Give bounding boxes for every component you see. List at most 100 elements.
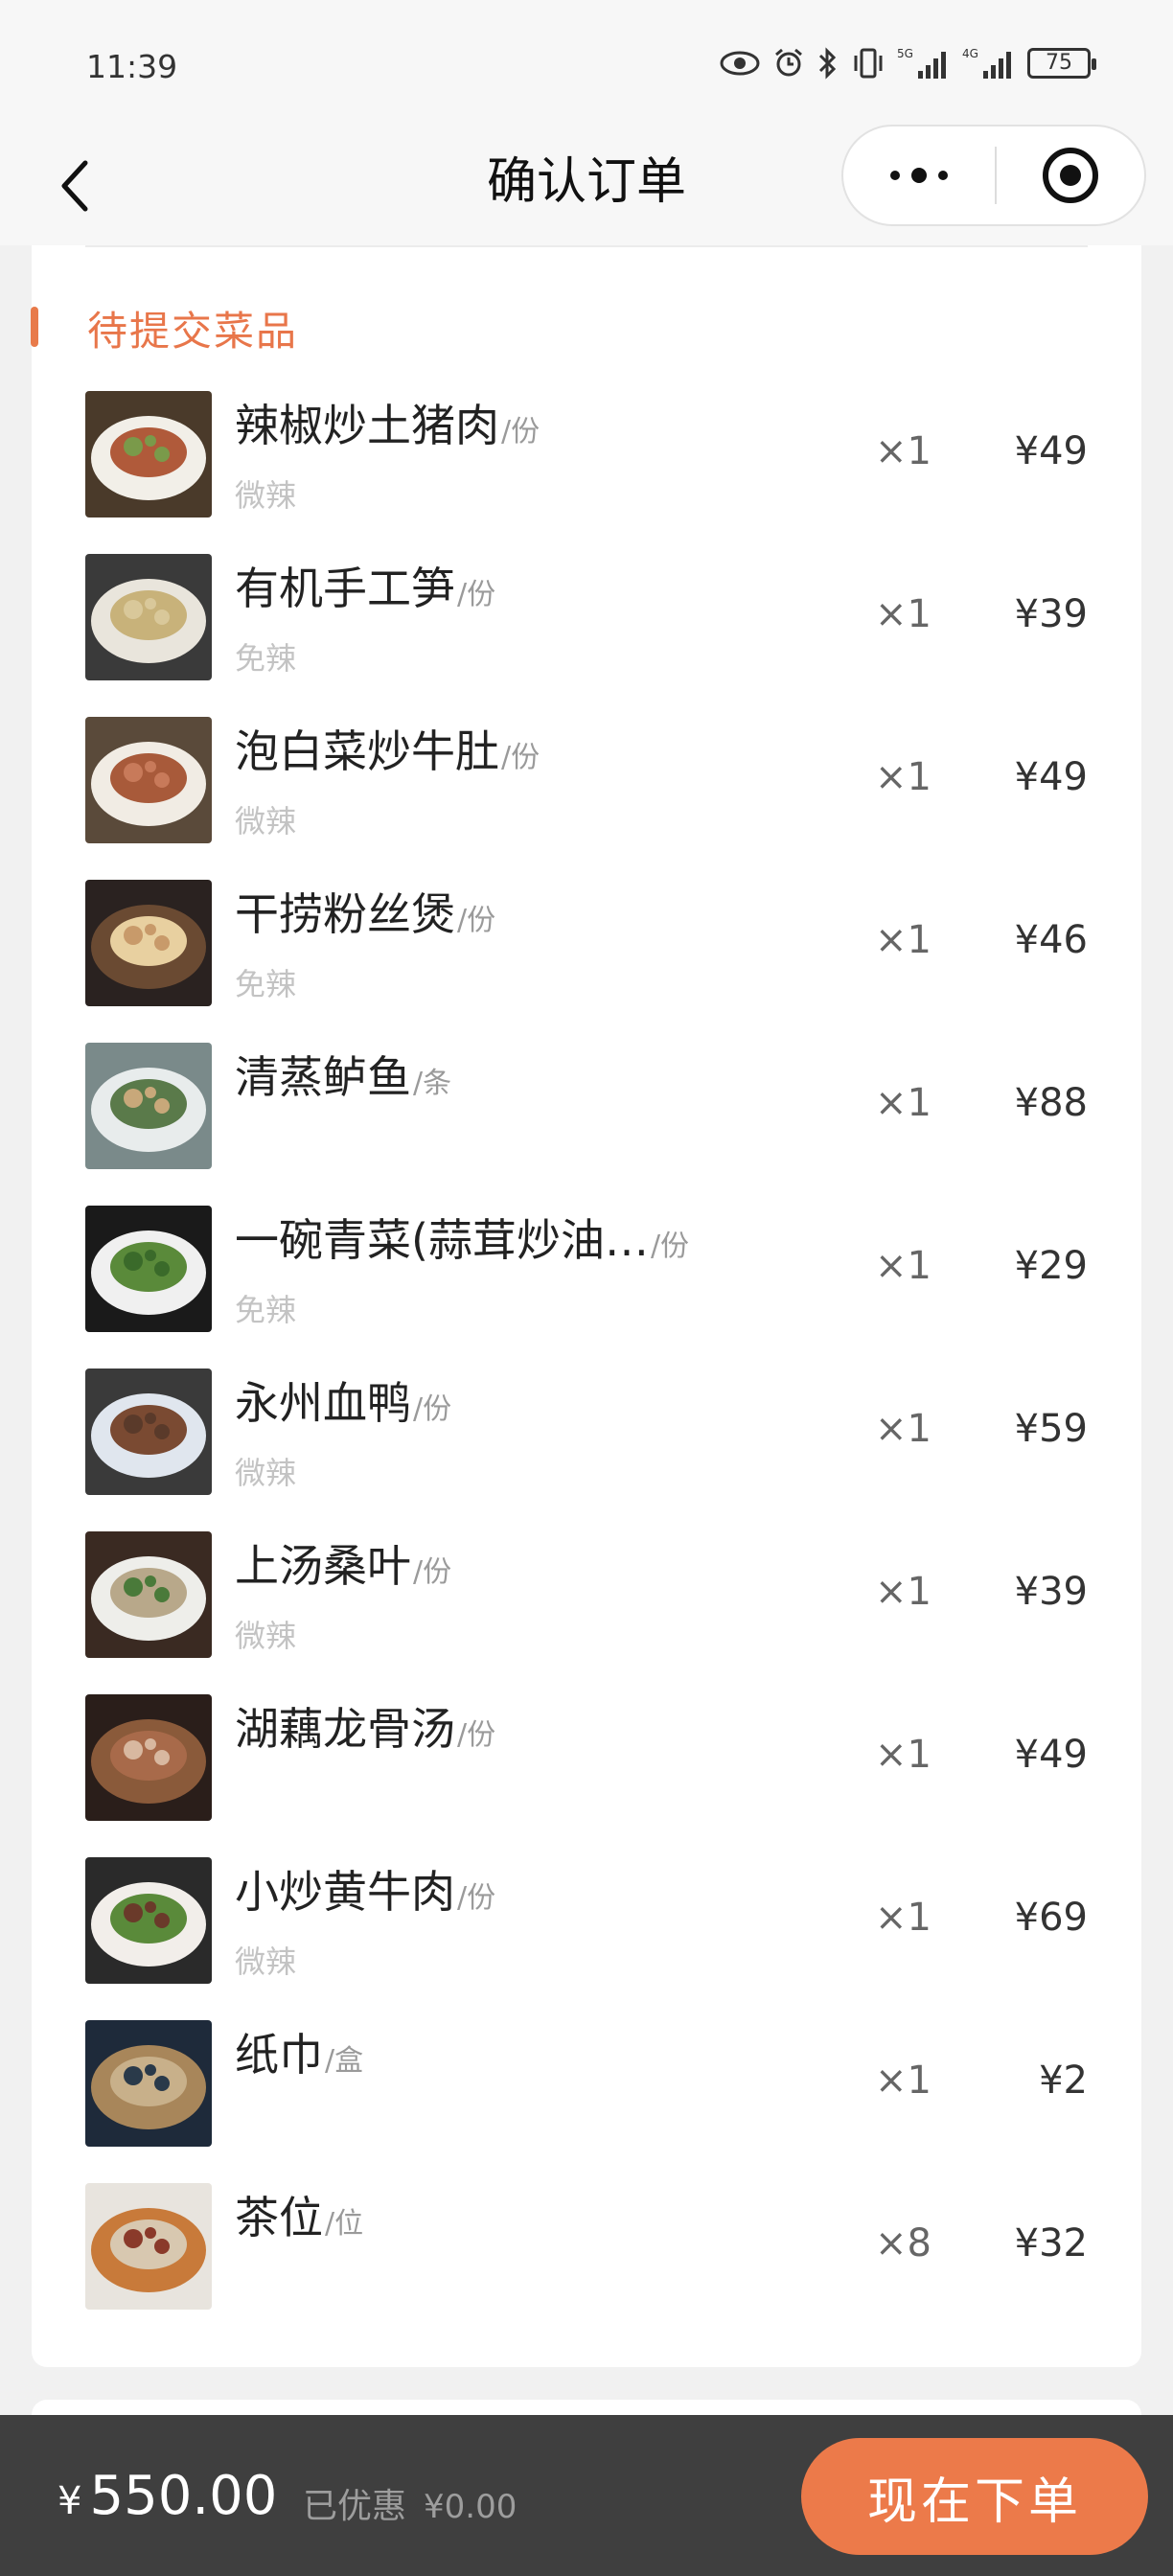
more-dots-icon xyxy=(890,168,948,183)
eye-icon xyxy=(720,51,760,76)
item-price: ¥49 xyxy=(1014,1733,1088,1777)
item-price: ¥29 xyxy=(1014,1244,1088,1288)
dish-unit: /位 xyxy=(325,2207,364,2241)
item-price: ¥88 xyxy=(1014,1081,1088,1125)
dish-thumbnail xyxy=(85,391,212,518)
dish-name: 纸巾/盒 xyxy=(235,2020,363,2083)
order-items-card: 待提交菜品 辣椒炒土猪肉/份 微辣 ×1 ¥49 有机手工笋/份 免辣 ×1 ¥39 泡白菜炒牛… xyxy=(31,245,1141,2367)
dish-title: 清蒸鲈鱼 xyxy=(235,1051,411,1103)
total-amount: 550.00 xyxy=(89,2465,278,2527)
more-button[interactable] xyxy=(843,126,995,224)
svg-text:4G: 4G xyxy=(962,47,978,60)
dish-title: 泡白菜炒牛肚 xyxy=(235,725,499,777)
divider xyxy=(85,245,1088,247)
item-price: ¥49 xyxy=(1014,429,1088,473)
section-accent-bar xyxy=(31,307,38,347)
status-time: 11:39 xyxy=(86,48,178,85)
place-order-button[interactable]: 现在下单 xyxy=(801,2438,1148,2555)
spice-level: 微辣 xyxy=(235,803,297,840)
dish-name: 小炒黄牛肉/份 xyxy=(235,1857,495,1920)
spice-level: 微辣 xyxy=(235,1455,297,1491)
target-close-icon xyxy=(1043,148,1098,203)
dish-name: 泡白菜炒牛肚/份 xyxy=(235,717,540,780)
signal-4g-icon: 4G xyxy=(962,47,1011,79)
discount-label: 已优惠 xyxy=(303,2487,407,2526)
dish-name: 湖藕龙骨汤/份 xyxy=(235,1694,495,1758)
item-quantity: ×1 xyxy=(875,918,932,962)
dish-unit: /份 xyxy=(501,741,540,774)
item-price: ¥49 xyxy=(1014,755,1088,799)
dish-title: 小炒黄牛肉 xyxy=(235,1866,455,1918)
mini-program-capsule xyxy=(841,125,1146,226)
currency-symbol: ¥ xyxy=(58,2479,82,2523)
nav-bar: 确认订单 xyxy=(0,125,1173,245)
spice-level: 免辣 xyxy=(235,966,297,1002)
item-price: ¥69 xyxy=(1014,1896,1088,1940)
signal-5g-icon: 5G xyxy=(897,47,946,79)
order-item: 永州血鸭/份 微辣 ×1 ¥59 xyxy=(32,1368,1141,1531)
dish-thumbnail xyxy=(85,2183,212,2310)
bluetooth-icon xyxy=(818,47,837,80)
item-quantity: ×1 xyxy=(875,1081,932,1125)
section-title: 待提交菜品 xyxy=(87,308,299,355)
dish-title: 一碗青菜(蒜茸炒油… xyxy=(235,1214,649,1266)
spice-level: 微辣 xyxy=(235,1944,297,1980)
item-price: ¥39 xyxy=(1014,1570,1088,1614)
item-quantity: ×1 xyxy=(875,1896,932,1940)
dish-title: 湖藕龙骨汤 xyxy=(235,1703,455,1755)
order-item: 干捞粉丝煲/份免辣 ×1 ¥46 xyxy=(32,880,1141,1043)
dish-thumbnail xyxy=(85,1694,212,1821)
item-list: 辣椒炒土猪肉/份 微辣 ×1 ¥49 有机手工笋/份 免辣 ×1 ¥39 泡白菜炒牛肚/份 微辣 ×… xyxy=(32,391,1141,2346)
item-quantity: ×1 xyxy=(875,429,932,473)
spice-level: 免辣 xyxy=(235,1292,297,1328)
order-item: 泡白菜炒牛肚/份微辣 ×1 ¥49 xyxy=(32,717,1141,880)
order-item: 小炒黄牛肉/份微辣 ×1 ¥69 xyxy=(32,1857,1141,2020)
alarm-icon xyxy=(775,48,802,77)
dish-thumbnail xyxy=(85,1043,212,1169)
dish-unit: /份 xyxy=(650,1230,690,1263)
spice-level: 免辣 xyxy=(235,640,297,677)
battery-icon: 75 xyxy=(1027,48,1096,79)
item-price: ¥46 xyxy=(1014,918,1088,962)
close-mini-program-button[interactable] xyxy=(997,126,1144,224)
dish-unit: /份 xyxy=(457,1718,496,1752)
discount-info: 已优惠 ¥0.00 xyxy=(303,2478,517,2528)
order-item: 辣椒炒土猪肉/份微辣 ×1 ¥49 xyxy=(32,391,1141,554)
item-price: ¥2 xyxy=(1039,2058,1088,2103)
order-item: 纸巾/盒 ×1 ¥2 xyxy=(32,2020,1141,2183)
checkout-bar: ¥550.00 已优惠 ¥0.00 现在下单 xyxy=(0,2415,1173,2576)
dish-unit: /份 xyxy=(457,1881,496,1915)
item-price: ¥32 xyxy=(1014,2221,1088,2266)
dish-name: 上汤桑叶/份 xyxy=(235,1531,451,1595)
item-quantity: ×1 xyxy=(875,1570,932,1614)
dish-thumbnail xyxy=(85,1531,212,1658)
dish-title: 干捞粉丝煲 xyxy=(235,888,455,940)
dish-name: 茶位/位 xyxy=(235,2183,363,2246)
order-item: 一碗青菜(蒜茸炒油…/份免辣 ×1 ¥29 xyxy=(32,1206,1141,1368)
order-item: 湖藕龙骨汤/份 ×1 ¥49 xyxy=(32,1694,1141,1857)
dish-unit: /份 xyxy=(413,1555,452,1589)
dish-title: 辣椒炒土猪肉 xyxy=(235,400,499,451)
order-item: 茶位/位 ×8 ¥32 xyxy=(32,2183,1141,2346)
item-quantity: ×1 xyxy=(875,755,932,799)
dish-title: 茶位 xyxy=(235,2192,323,2243)
total-price: ¥550.00 xyxy=(58,2465,277,2527)
dish-unit: /份 xyxy=(457,904,496,937)
order-item: 清蒸鲈鱼/条 ×1 ¥88 xyxy=(32,1043,1141,1206)
item-quantity: ×1 xyxy=(875,1244,932,1288)
svg-text:5G: 5G xyxy=(897,47,913,60)
dish-thumbnail xyxy=(85,1206,212,1332)
spice-level: 微辣 xyxy=(235,477,297,514)
order-item: 有机手工笋/份 免辣 ×1 ¥39 xyxy=(32,554,1141,717)
dish-unit: /份 xyxy=(501,415,540,448)
item-quantity: ×1 xyxy=(875,1407,932,1451)
dish-name: 永州血鸭/份 xyxy=(235,1368,451,1432)
discount-amount: ¥0.00 xyxy=(424,2488,518,2526)
dish-thumbnail xyxy=(85,554,212,680)
order-item: 上汤桑叶/份 微辣 ×1 ¥39 xyxy=(32,1531,1141,1694)
item-quantity: ×1 xyxy=(875,592,932,636)
dish-unit: /份 xyxy=(457,578,496,611)
dish-title: 有机手工笋 xyxy=(235,563,455,614)
dish-unit: /盒 xyxy=(325,2044,364,2078)
dish-name: 清蒸鲈鱼/条 xyxy=(235,1043,451,1106)
